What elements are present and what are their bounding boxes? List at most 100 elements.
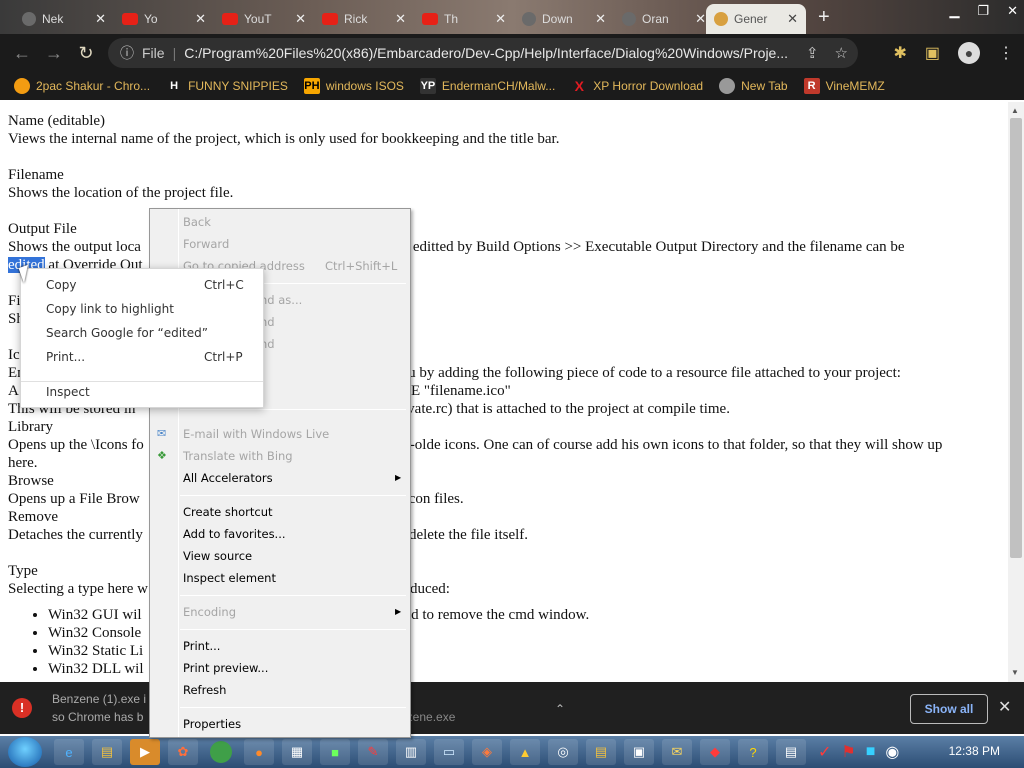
tab-5[interactable]: Th ✕ [414, 4, 514, 34]
close-icon[interactable]: ✕ [495, 11, 506, 27]
chrome-icon[interactable] [210, 741, 232, 763]
app-icon[interactable]: ▣ [624, 739, 654, 765]
bookmark-item[interactable]: H FUNNY SNIPPIES [166, 78, 288, 94]
back-icon[interactable]: ← [6, 43, 38, 64]
tab-2[interactable]: Yo ✕ [114, 4, 214, 34]
text-fragment: duced: [409, 581, 450, 597]
minimize-icon[interactable]: ▁ [949, 3, 959, 19]
volume-icon[interactable]: ◉ [885, 742, 899, 762]
bookmark-item[interactable]: 2pac Shakur - Chro... [14, 78, 150, 94]
app-icon[interactable]: ◈ [472, 739, 502, 765]
clock[interactable]: 12:38 PM [949, 744, 1000, 758]
app-icon[interactable]: ◎ [548, 739, 578, 765]
menu-item-translate[interactable]: Translate with Bing [183, 447, 293, 465]
menu-item-forward[interactable]: Forward [183, 235, 229, 253]
bookmark-label: New Tab [741, 79, 788, 93]
bookmark-item[interactable]: X XP Horror Download [571, 78, 704, 94]
tab-7[interactable]: Oran ✕ [614, 4, 714, 34]
app-icon[interactable]: ✎ [358, 739, 388, 765]
tab-active[interactable]: Gener ✕ [706, 4, 806, 34]
app-icon[interactable]: ▦ [282, 739, 312, 765]
tab-3[interactable]: YouT ✕ [214, 4, 314, 34]
close-icon[interactable]: ✕ [998, 697, 1011, 717]
menu-item-encoding[interactable]: Encoding ▶ [183, 603, 405, 621]
reload-icon[interactable]: ↻ [70, 43, 102, 64]
app-icon[interactable]: ▤ [776, 739, 806, 765]
bookmark-label: EndermanCH/Malw... [441, 79, 556, 93]
share-icon[interactable]: ⇪ [806, 44, 819, 62]
close-window-icon[interactable]: ✕ [1007, 3, 1018, 19]
app-icon[interactable]: ▤ [586, 739, 616, 765]
info-icon[interactable]: ⓘ [120, 43, 134, 63]
firefox-icon[interactable]: ● [244, 739, 274, 765]
scroll-thumb[interactable] [1010, 118, 1022, 558]
menu-item-view-source[interactable]: View source [183, 547, 252, 565]
media-player-icon[interactable]: ▶ [130, 739, 160, 765]
close-icon[interactable]: ✕ [695, 11, 706, 27]
maximize-icon[interactable]: ❐ [977, 3, 989, 19]
close-icon[interactable]: ✕ [195, 11, 206, 27]
menu-item-print[interactable]: Print... [183, 637, 220, 655]
star-icon[interactable]: ☆ [835, 44, 848, 62]
menu-item-accelerators[interactable]: All Accelerators ▶ [183, 469, 405, 487]
app-icon[interactable]: ▲ [510, 739, 540, 765]
show-all-button[interactable]: Show all [910, 694, 988, 724]
menu-item-print[interactable]: Print... Ctrl+P [46, 347, 266, 367]
menu-item-save-as[interactable]: nd as... [260, 291, 302, 309]
menu-item-email[interactable]: E-mail with Windows Live [183, 425, 329, 443]
tab-favicon [714, 12, 728, 26]
bookmark-item[interactable]: New Tab [719, 78, 788, 94]
close-icon[interactable]: ✕ [787, 11, 798, 27]
tab-4[interactable]: Rick ✕ [314, 4, 414, 34]
menu-item-copy[interactable]: Copy Ctrl+C [46, 275, 266, 295]
menu-item-inspect-element[interactable]: Inspect element [183, 569, 276, 587]
flag-icon[interactable]: ⚑ [841, 742, 855, 762]
scroll-down-icon[interactable]: ▼ [1011, 668, 1019, 677]
app-icon[interactable]: ✉ [662, 739, 692, 765]
help-icon[interactable]: ? [738, 739, 768, 765]
app-icon[interactable]: ◆ [700, 739, 730, 765]
menu-item-print-preview[interactable]: Print preview... [183, 659, 268, 677]
menu-item-refresh[interactable]: Refresh [183, 681, 226, 699]
download-status: so Chrome has b [52, 710, 144, 724]
scrollbar[interactable]: ▲ ▼ [1008, 102, 1024, 682]
app-icon[interactable]: ■ [320, 739, 350, 765]
close-icon[interactable]: ✕ [395, 11, 406, 27]
bookmark-item[interactable]: R VineMEMZ [803, 78, 885, 94]
bookmark-item[interactable]: PH windows ISOS [303, 78, 404, 94]
menu-item-inspect[interactable]: Inspect [46, 382, 90, 402]
forward-icon[interactable]: → [38, 43, 70, 64]
menu-item-copy-link[interactable]: Copy link to highlight [46, 299, 174, 319]
new-tab-button[interactable]: + [818, 6, 830, 29]
menu-item-create-shortcut[interactable]: Create shortcut [183, 503, 273, 521]
menu-icon[interactable]: ⋮ [998, 43, 1014, 63]
tab-6[interactable]: Down ✕ [514, 4, 614, 34]
ie-icon[interactable]: e [54, 739, 84, 765]
browser-toolbar: ← → ↻ ⓘ File | C:/Program%20Files%20(x86… [0, 34, 1024, 72]
address-bar[interactable]: ⓘ File | C:/Program%20Files%20(x86)/Emba… [108, 38, 858, 68]
avatar[interactable]: ● [958, 42, 980, 64]
menu-item-search-google[interactable]: Search Google for “edited” [46, 323, 208, 343]
menu-item-add-favorites[interactable]: Add to favorites... [183, 525, 286, 543]
chevron-up-icon[interactable]: ⌃ [555, 702, 565, 716]
app-icon[interactable]: ✿ [168, 739, 198, 765]
scroll-up-icon[interactable]: ▲ [1011, 106, 1019, 115]
folder-icon[interactable]: ▤ [92, 739, 122, 765]
close-icon[interactable]: ✕ [295, 11, 306, 27]
extensions-icon[interactable]: ✱ [893, 43, 906, 63]
app-icon[interactable]: ▭ [434, 739, 464, 765]
side-panel-icon[interactable]: ▣ [925, 43, 940, 63]
url-text[interactable]: C:/Program%20Files%20(x86)/Embarcadero/D… [184, 45, 788, 61]
close-icon[interactable]: ✕ [595, 11, 606, 27]
tray-icon[interactable]: ■ [866, 743, 876, 761]
menu-item-properties[interactable]: Properties [183, 715, 241, 733]
menu-item-back[interactable]: Back [183, 213, 211, 231]
bookmark-item[interactable]: YP EndermanCH/Malw... [419, 78, 556, 94]
text-fragment: ou by adding the following piece of code… [400, 365, 901, 381]
tab-title: Oran [642, 12, 669, 26]
close-icon[interactable]: ✕ [95, 11, 106, 27]
app-icon[interactable]: ▥ [396, 739, 426, 765]
start-button[interactable] [8, 737, 42, 767]
tray-icon[interactable]: ✓ [818, 742, 831, 762]
tab-1[interactable]: Nek ✕ [14, 4, 114, 34]
